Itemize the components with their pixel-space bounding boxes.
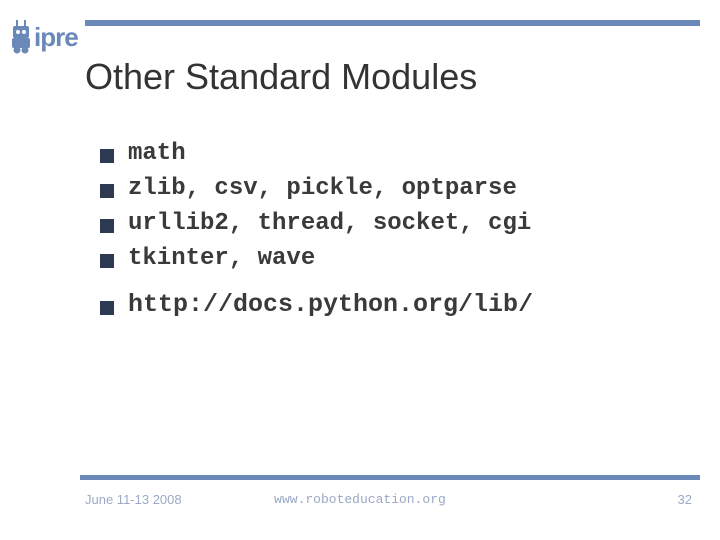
- bullet-text: math: [128, 140, 186, 167]
- bullet-text: tkinter, wave: [128, 245, 315, 272]
- bullet-icon: [100, 219, 114, 233]
- bullet-icon: [100, 301, 114, 315]
- bullet-list: math zlib, csv, pickle, optparse urllib2…: [100, 140, 680, 327]
- bullet-icon: [100, 149, 114, 163]
- bullet-icon: [100, 254, 114, 268]
- logo: ipre: [8, 6, 86, 54]
- logo-text: ipre: [34, 22, 78, 53]
- bullet-text: zlib, csv, pickle, optparse: [128, 175, 517, 202]
- list-item: math: [100, 140, 680, 167]
- list-item: urllib2, thread, socket, cgi: [100, 210, 680, 237]
- list-item: zlib, csv, pickle, optparse: [100, 175, 680, 202]
- footer: June 11-13 2008 www.roboteducation.org 3…: [0, 492, 720, 512]
- bullet-icon: [100, 184, 114, 198]
- bullet-link-text: http://docs.python.org/lib/: [128, 290, 533, 319]
- footer-page-number: 32: [678, 492, 692, 507]
- bullet-text: urllib2, thread, socket, cgi: [128, 210, 531, 237]
- footer-divider: [80, 475, 700, 480]
- list-item: http://docs.python.org/lib/: [100, 290, 680, 319]
- list-item: tkinter, wave: [100, 245, 680, 272]
- header-divider: [85, 20, 700, 26]
- footer-url: www.roboteducation.org: [0, 492, 720, 507]
- slide-title: Other Standard Modules: [85, 56, 477, 98]
- spacer: [100, 280, 680, 290]
- robot-icon: [10, 18, 34, 54]
